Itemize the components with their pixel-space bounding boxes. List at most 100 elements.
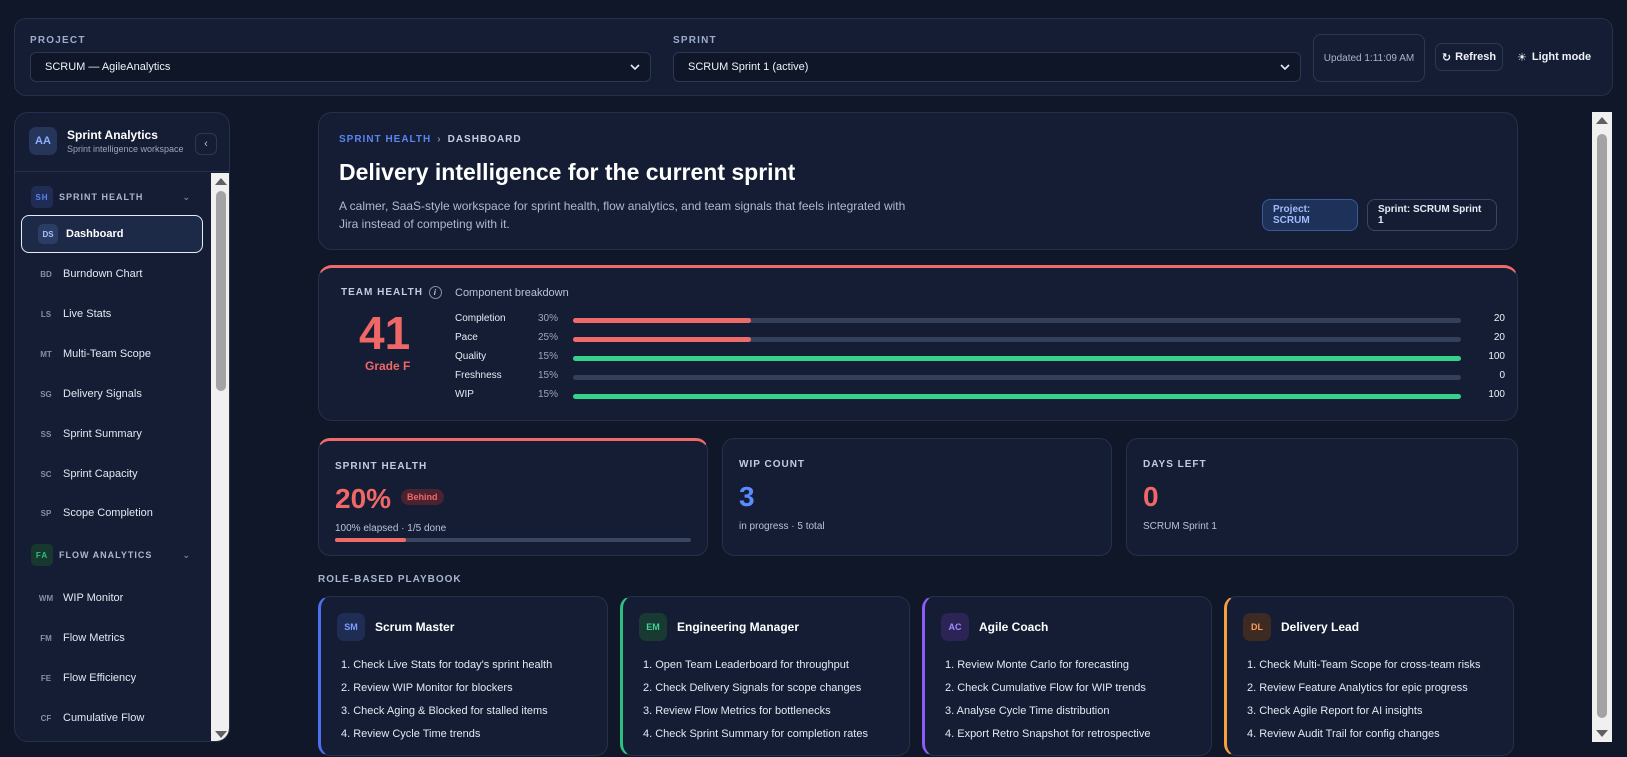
playbook-step: 1. Open Team Leaderboard for throughput [643, 659, 849, 671]
breadcrumb-section[interactable]: SPRINT HEALTH [339, 134, 431, 145]
nav-abbr: SS [40, 429, 52, 439]
playbook-step: 4. Check Sprint Summary for completion r… [643, 728, 868, 740]
sidebar-item-wip-monitor[interactable]: WM WIP Monitor [21, 579, 203, 617]
playbook-step: 3. Check Aging & Blocked for stalled ite… [341, 705, 548, 717]
nav-abbr: WM [38, 593, 54, 603]
playbook-step: 3. Review Flow Metrics for bottlenecks [643, 705, 831, 717]
sidebar-item-sprint-capacity[interactable]: SC Sprint Capacity [21, 455, 203, 493]
role-card: DL Delivery Lead 1. Check Multi-Team Scope… [1224, 596, 1514, 756]
chevron-down-icon: ⌄ [182, 549, 191, 560]
nav-abbr: SP [40, 508, 52, 518]
component-name: Completion [455, 313, 506, 324]
sidebar-item-live-stats[interactable]: LS Live Stats [21, 295, 203, 333]
wip-count-value: 3 [739, 481, 755, 512]
sprint-progress-bar [335, 538, 691, 542]
playbook-title: ROLE-BASED PLAYBOOK [318, 574, 462, 585]
refresh-label: Refresh [1455, 51, 1497, 63]
nav-abbr: MT [40, 349, 52, 359]
nav-abbr: LS [40, 309, 52, 319]
project-chip[interactable]: Project: SCRUM [1262, 199, 1358, 231]
section-sprint-health[interactable]: SH SPRINT HEALTH ⌄ [31, 185, 191, 209]
component-breakdown-title: Component breakdown [455, 287, 569, 299]
sidebar-item-dashboard[interactable]: DS Dashboard [21, 215, 203, 253]
section-flow-analytics[interactable]: FA FLOW ANALYTICS ⌄ [31, 543, 191, 567]
sidebar-item-cumulative-flow[interactable]: CF Cumulative Flow [21, 699, 203, 737]
nav-abbr: SG [40, 389, 52, 399]
breadcrumb: SPRINT HEALTH › DASHBOARD [339, 134, 522, 145]
component-value: 100 [1488, 351, 1505, 362]
component-row: Completion 30% 20 [455, 313, 1505, 327]
hero-card: SPRINT HEALTH › DASHBOARD Delivery intel… [318, 112, 1518, 250]
project-select[interactable]: SCRUM — AgileAnalytics [30, 52, 651, 82]
sprint-health-label: SPRINT HEALTH [335, 461, 428, 472]
sprint-progress-fill [335, 538, 407, 542]
sidebar-item-delivery-signals[interactable]: SG Delivery Signals [21, 375, 203, 413]
project-label: PROJECT [30, 35, 86, 46]
days-left-card: DAYS LEFT 0 SCRUM Sprint 1 [1126, 438, 1518, 556]
sidebar-item-sprint-summary[interactable]: SS Sprint Summary [21, 415, 203, 453]
scroll-down-arrow[interactable] [215, 731, 227, 738]
nav-label: Dashboard [66, 228, 124, 240]
collapse-sidebar-button[interactable]: ‹ [195, 133, 217, 155]
component-bar-fill [573, 318, 751, 323]
component-bar-fill [573, 356, 1461, 361]
playbook-step: 4. Export Retro Snapshot for retrospecti… [945, 728, 1151, 740]
playbook-step: 2. Review Feature Analytics for epic pro… [1247, 682, 1468, 694]
sidebar-scrollbar[interactable] [211, 173, 229, 741]
component-bar-fill [573, 337, 751, 342]
sidebar-item-multi-team-scope[interactable]: MT Multi-Team Scope [21, 335, 203, 373]
role-card: EM Engineering Manager 1. Open Team Leader… [620, 596, 910, 756]
role-name: Engineering Manager [677, 620, 800, 634]
component-value: 20 [1493, 332, 1505, 343]
wip-count-card: WIP COUNT 3 in progress · 5 total [722, 438, 1112, 556]
main-scrollbar[interactable] [1592, 112, 1612, 742]
role-header: SM Scrum Master [337, 613, 454, 641]
component-row: Pace 25% 20 [455, 332, 1505, 346]
playbook-step: 1. Check Live Stats for today's sprint h… [341, 659, 553, 671]
role-badge: EM [639, 613, 667, 641]
component-value: 100 [1488, 389, 1505, 400]
sprint-health-value: 20% [335, 483, 392, 514]
component-bar [573, 337, 1461, 342]
nav-label: Live Stats [63, 308, 112, 320]
sprint-select[interactable]: SCRUM Sprint 1 (active) [673, 52, 1301, 82]
component-weight: 15% [538, 389, 559, 400]
sidebar-item-burndown-chart[interactable]: BD Burndown Chart [21, 255, 203, 293]
updated-timestamp: Updated 1:11:09 AM [1313, 34, 1425, 82]
component-name: Freshness [455, 370, 502, 381]
scroll-up-arrow[interactable] [215, 178, 227, 185]
role-card: SM Scrum Master 1. Check Live Stats for to… [318, 596, 608, 756]
wip-count-label: WIP COUNT [739, 459, 806, 470]
sidebar-item-scope-completion[interactable]: SP Scope Completion [21, 494, 203, 532]
divider [15, 171, 229, 172]
brand-title: Sprint Analytics [67, 128, 158, 142]
sprint-select-value: SCRUM Sprint 1 (active) [688, 61, 809, 73]
sprint-health-card: SPRINT HEALTH 20% Behind 100% elapsed · … [318, 438, 708, 556]
scroll-down-arrow[interactable] [1596, 730, 1608, 737]
refresh-button[interactable]: ↻ Refresh [1435, 43, 1503, 71]
component-weight: 15% [538, 370, 559, 381]
nav-abbr: SC [40, 469, 52, 479]
main-scroll-thumb[interactable] [1597, 134, 1607, 718]
scroll-up-arrow[interactable] [1596, 117, 1608, 124]
playbook-step: 4. Review Cycle Time trends [341, 728, 481, 740]
team-health-card: TEAM HEALTH i 41 Grade F Component break… [318, 265, 1518, 421]
role-header: DL Delivery Lead [1243, 613, 1359, 641]
info-icon[interactable]: i [428, 286, 442, 299]
light-mode-toggle[interactable]: ☀ Light mode [1517, 43, 1607, 71]
sidebar-scroll-thumb[interactable] [216, 191, 226, 391]
team-health-score: 41 [359, 307, 411, 359]
sidebar-item-flow-efficiency[interactable]: FE Flow Efficiency [21, 659, 203, 697]
nav-label: Multi-Team Scope [63, 348, 152, 360]
chevron-down-icon [630, 64, 640, 71]
playbook-step: 1. Review Monte Carlo for forecasting [945, 659, 1130, 671]
brand-avatar: AA [29, 127, 57, 155]
component-weight: 30% [538, 313, 559, 324]
sprint-chip[interactable]: Sprint: SCRUM Sprint 1 [1367, 199, 1497, 231]
component-row: Freshness 15% 0 [455, 370, 1505, 384]
role-steps: 1. Check Multi-Team Scope for cross-team… [1247, 659, 1481, 751]
nav-abbr: FE [40, 673, 52, 683]
sidebar-brand: AA Sprint Analytics Sprint intelligence … [29, 127, 184, 155]
sidebar-item-flow-metrics[interactable]: FM Flow Metrics [21, 619, 203, 657]
nav-label: Sprint Capacity [63, 468, 138, 480]
